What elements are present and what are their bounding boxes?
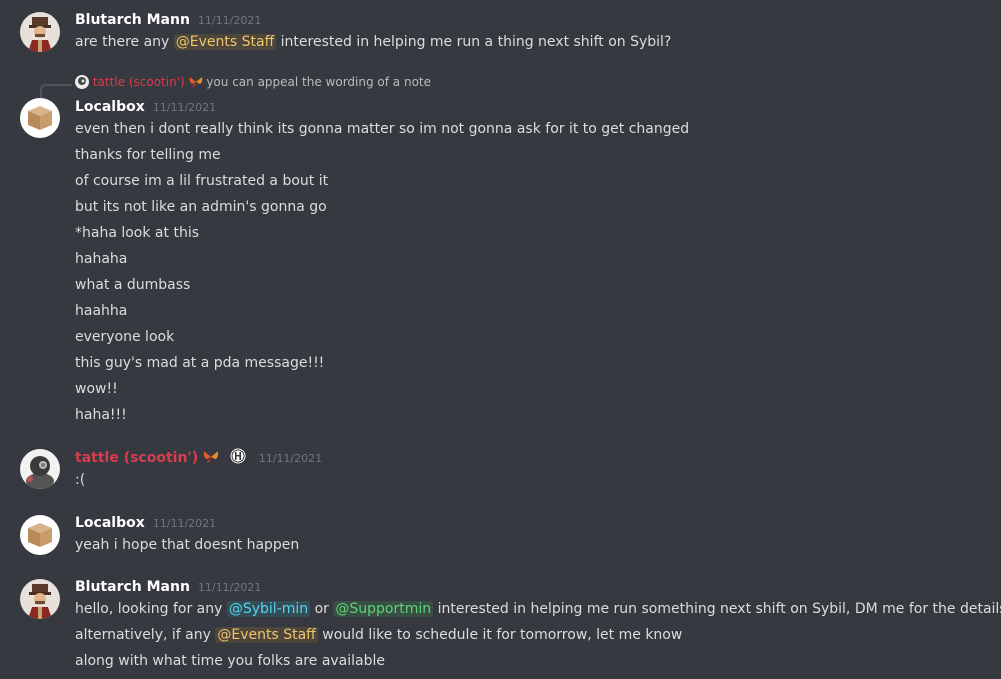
timestamp: 11/11/2021	[258, 452, 323, 465]
message-text: along with what time you folks are avail…	[75, 653, 386, 669]
server-badge-icon	[230, 448, 246, 470]
message-text: *haha look at this	[75, 225, 199, 241]
message-text: thanks for telling me	[75, 147, 221, 163]
author-name[interactable]: Blutarch Mann 11/11/2021	[75, 10, 261, 31]
message-text: alternatively, if any @Events Staff woul…	[75, 627, 683, 643]
robot-avatar-icon	[75, 75, 89, 89]
author-name[interactable]: Blutarch Mann 11/11/2021	[75, 577, 261, 598]
author-name[interactable]: Localbox 11/11/2021	[75, 97, 216, 118]
reply-author[interactable]: tattle (scootin')	[93, 75, 185, 89]
message-text: haahha	[75, 303, 128, 319]
timestamp: 11/11/2021	[152, 101, 217, 114]
message-group: Blutarch Mann 11/11/2021 hello, looking f…	[0, 577, 1001, 677]
box-avatar-icon[interactable]	[20, 515, 60, 555]
author-name[interactable]: tattle (scootin') 11/11/2021	[75, 448, 322, 470]
message-text: yeah i hope that doesnt happen	[75, 537, 300, 553]
message-group: tattle (scootin') 11/11/2021 :(	[0, 447, 1001, 497]
role-mention-events-staff[interactable]: @Events Staff	[215, 627, 318, 643]
hat-man-avatar-icon[interactable]	[20, 12, 60, 52]
message-text: wow!!	[75, 381, 118, 397]
message-text: what a dumbass	[75, 277, 191, 293]
reply-preview[interactable]: tattle (scootin') you can appeal the wor…	[75, 74, 431, 92]
message-text: are there any @Events Staff interested i…	[75, 34, 672, 50]
timestamp: 11/11/2021	[152, 517, 217, 530]
hat-man-avatar-icon[interactable]	[20, 579, 60, 619]
timestamp: 11/11/2021	[197, 581, 262, 594]
role-mention-sybil-min[interactable]: @Sybil-min	[226, 601, 311, 617]
message-text: this guy's mad at a pda message!!!	[75, 355, 325, 371]
message-text: hello, looking for any @Sybil-min or @Su…	[75, 601, 1001, 617]
chat-messages: Blutarch Mann 11/11/2021 are there any @E…	[0, 0, 1001, 679]
butterfly-badge-icon	[189, 76, 203, 92]
box-avatar-icon[interactable]	[20, 98, 60, 138]
message-text: of course im a lil frustrated a bout it	[75, 173, 329, 189]
message-text: but its not like an admin's gonna go	[75, 199, 327, 215]
role-mention-supportmin[interactable]: @Supportmin	[333, 601, 434, 617]
message-group: tattle (scootin') you can appeal the wor…	[0, 74, 1001, 424]
message-group: Localbox 11/11/2021 yeah i hope that does…	[0, 513, 1001, 563]
author-name[interactable]: Localbox 11/11/2021	[75, 513, 216, 534]
timestamp: 11/11/2021	[197, 14, 262, 27]
message-group: Blutarch Mann 11/11/2021 are there any @E…	[0, 8, 1001, 58]
message-text: :(	[75, 472, 86, 488]
message-text: haha!!!	[75, 407, 127, 423]
role-mention-events-staff[interactable]: @Events Staff	[173, 34, 277, 50]
message-text: hahaha	[75, 251, 128, 267]
butterfly-badge-icon	[203, 450, 219, 470]
robot-avatar-icon[interactable]	[20, 449, 60, 489]
message-text: everyone look	[75, 329, 175, 345]
message-text: even then i dont really think its gonna …	[75, 121, 690, 137]
reply-text: you can appeal the wording of a note	[206, 75, 431, 89]
